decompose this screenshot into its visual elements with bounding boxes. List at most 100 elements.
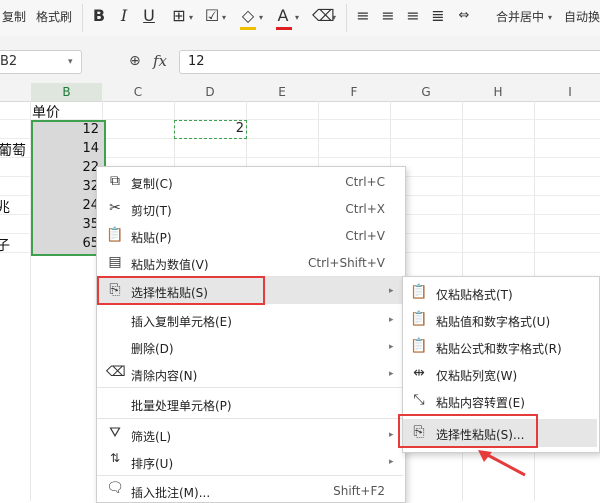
merge-center-button[interactable]: 合并居中 xyxy=(496,8,544,25)
align-left-icon[interactable]: ≡ xyxy=(355,6,371,26)
submenu-arrow-icon: ▸ xyxy=(389,369,394,379)
italic-button[interactable]: I xyxy=(118,6,130,26)
paste-column-width-icon: ⇹ xyxy=(413,365,425,381)
menu-item-label: 粘贴为数值(V) xyxy=(131,258,209,272)
cell-value[interactable]: 32 xyxy=(31,179,99,194)
menu-item-label: 排序(U) xyxy=(131,457,174,471)
transpose-icon: ⤡ xyxy=(413,392,425,408)
submenu-arrow-icon: ▸ xyxy=(389,342,394,352)
copy-icon: ⧉ xyxy=(110,173,120,189)
submenu-arrow-icon: ▸ xyxy=(389,430,394,440)
submenu-item-label: 粘贴内容转置(E) xyxy=(436,396,525,410)
submenu-item-label: 粘贴公式和数字格式(R) xyxy=(436,342,562,356)
column-header-c[interactable]: C xyxy=(102,85,174,99)
menu-item-label: 筛选(L) xyxy=(131,430,172,444)
fill-color-bar xyxy=(240,27,256,30)
align-center-icon[interactable]: ≡ xyxy=(380,6,396,26)
distribute-icon[interactable]: ⇔ xyxy=(455,6,473,26)
annotation-arrow xyxy=(478,450,526,477)
fill-format-icon[interactable]: ☑ xyxy=(203,6,221,26)
sort-icon: ⇅ xyxy=(109,451,121,465)
cell-value[interactable]: 14 xyxy=(31,141,99,156)
cell-a-fragment[interactable]: 兆 xyxy=(0,197,10,217)
submenu-item-label: 仅粘贴列宽(W) xyxy=(436,369,518,383)
copy-button[interactable]: 复制 xyxy=(2,8,26,25)
formula-value: 12 xyxy=(188,54,205,69)
fill-color-icon[interactable]: ◇ xyxy=(239,6,257,26)
chevron-down-icon[interactable]: ▾ xyxy=(259,13,263,22)
chevron-down-icon[interactable]: ▾ xyxy=(68,57,73,67)
cell-value[interactable]: 35 xyxy=(31,217,99,232)
submenu-item-label: 仅粘贴格式(T) xyxy=(436,288,513,302)
column-header-b[interactable]: B xyxy=(31,85,102,99)
cell-a-fragment[interactable]: 葡萄 xyxy=(0,140,26,160)
cell-d-value[interactable]: 2 xyxy=(174,121,244,136)
formula-input[interactable] xyxy=(179,50,600,74)
ribbon-divider xyxy=(346,4,347,32)
paste-values-icon: 📋 xyxy=(410,311,428,327)
cell-value[interactable]: 22 xyxy=(31,160,99,175)
cell-b-header[interactable]: 单价 xyxy=(32,102,60,122)
chevron-down-icon[interactable]: ▾ xyxy=(189,13,193,22)
menu-item-label: 选择性粘贴(S) xyxy=(131,286,208,300)
chevron-down-icon[interactable]: ▾ xyxy=(295,13,299,22)
eraser-icon: ⌫ xyxy=(106,364,126,380)
menu-item-label: 插入复制单元格(E) xyxy=(131,315,232,329)
font-color-bar xyxy=(276,27,292,30)
merge-caret-icon[interactable]: ▾ xyxy=(548,13,552,22)
menu-item-shortcut: Shift+F2 xyxy=(333,484,385,498)
font-color-button[interactable]: A xyxy=(276,6,290,26)
scissors-icon: ✂ xyxy=(109,200,121,216)
column-header-f[interactable]: F xyxy=(318,85,390,99)
paste-special-icon: ⎘ xyxy=(109,282,121,298)
paste-format-icon: 📋 xyxy=(410,284,428,300)
border-icon[interactable]: ⊞ xyxy=(170,6,188,26)
menu-item-label: 复制(C) xyxy=(131,177,173,191)
menu-item-label: 删除(D) xyxy=(131,342,174,356)
submenu-arrow-icon: ▸ xyxy=(389,315,394,325)
name-box-value: B2 xyxy=(0,54,18,69)
eraser-icon[interactable]: ⌫ xyxy=(312,6,335,26)
menu-item-label: 剪切(T) xyxy=(131,204,172,218)
paste-values-icon: ▤ xyxy=(108,254,122,270)
column-header-e[interactable]: E xyxy=(246,85,318,99)
menu-item-label: 清除内容(N) xyxy=(131,369,198,383)
filter-icon: ⛛ xyxy=(109,425,121,441)
paste-formulas-icon: 📋 xyxy=(410,338,428,354)
menu-divider xyxy=(97,475,403,476)
cell-a-fragment[interactable]: 子 xyxy=(0,235,10,255)
submenu-item-label: 粘贴值和数字格式(U) xyxy=(436,315,551,329)
align-right-icon[interactable]: ≡ xyxy=(405,6,421,26)
column-header-i[interactable]: I xyxy=(534,85,600,99)
bold-button[interactable]: B xyxy=(92,6,106,26)
menu-divider xyxy=(97,418,403,419)
menu-item-label: 插入批注(M)... xyxy=(131,486,211,500)
comment-icon: 🗨 xyxy=(106,480,124,496)
submenu-arrow-icon: ▸ xyxy=(389,457,394,467)
underline-button[interactable]: U xyxy=(142,6,156,26)
menu-item-shortcut: Ctrl+V xyxy=(345,229,385,243)
cell-value[interactable]: 65 xyxy=(31,236,99,251)
column-header-h[interactable]: H xyxy=(462,85,534,99)
menu-item-label: 粘贴(P) xyxy=(131,231,172,245)
justify-icon[interactable]: ≣ xyxy=(430,6,446,26)
menu-item-shortcut: Ctrl+C xyxy=(345,175,385,189)
chevron-down-icon[interactable]: ▾ xyxy=(222,13,226,22)
zoom-icon[interactable]: ⊕ xyxy=(129,53,141,69)
column-header-g[interactable]: G xyxy=(390,85,462,99)
ribbon-divider xyxy=(82,4,83,32)
cell-value[interactable]: 24 xyxy=(31,198,99,213)
format-painter-button[interactable]: 格式刷 xyxy=(36,8,72,25)
autowrap-button[interactable]: 自动换 xyxy=(564,8,600,25)
menu-item-label: 批量处理单元格(P) xyxy=(131,399,232,413)
cell-value[interactable]: 12 xyxy=(31,122,99,137)
paste-icon: 📋 xyxy=(106,227,124,243)
fx-label[interactable]: fx xyxy=(153,52,167,70)
menu-divider xyxy=(97,387,403,388)
paste-special-icon: ⎘ xyxy=(413,424,425,440)
menu-item-shortcut: Ctrl+Shift+V xyxy=(308,256,385,270)
column-header-d[interactable]: D xyxy=(174,85,246,99)
menu-item-shortcut: Ctrl+X xyxy=(345,202,385,216)
chevron-down-icon[interactable]: ▾ xyxy=(332,13,336,22)
submenu-arrow-icon: ▸ xyxy=(389,286,394,296)
